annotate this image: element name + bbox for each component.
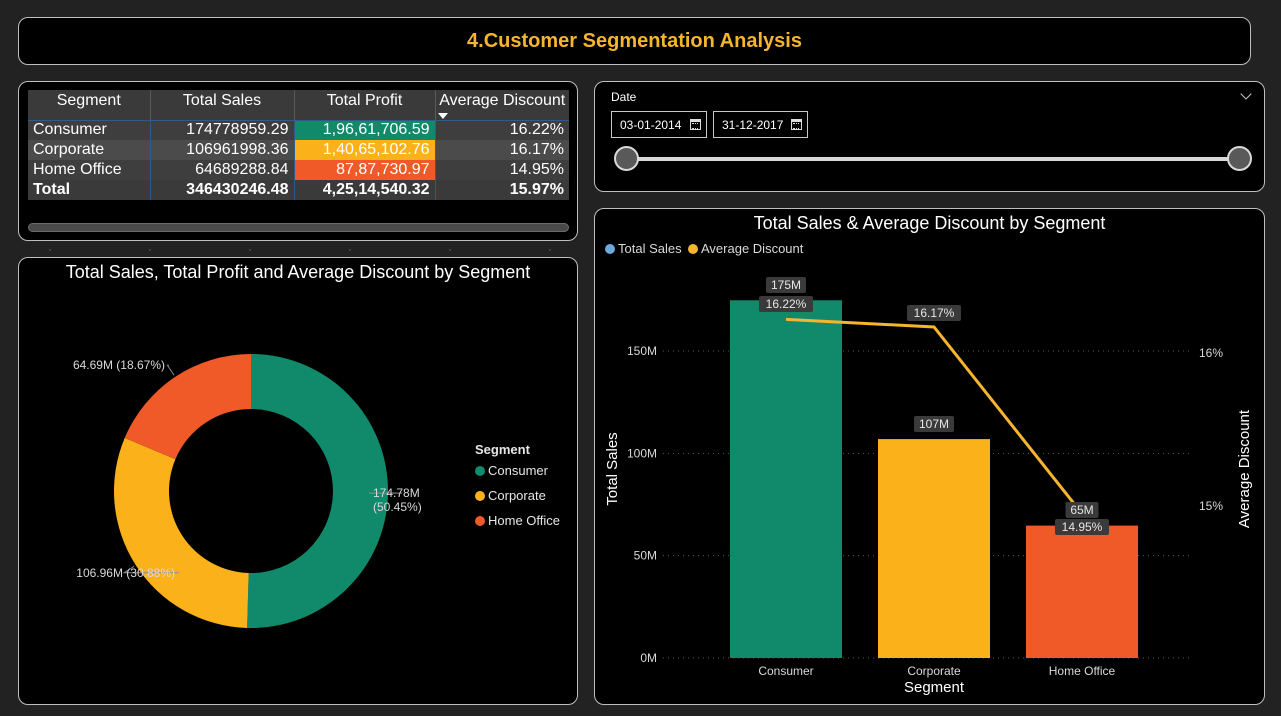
donut-legend-item: Corporate (488, 488, 546, 503)
y2-axis-title: Average Discount (1236, 409, 1253, 528)
line-data-label: 16.22% (766, 297, 807, 311)
cell-profit: 87,87,730.97 (294, 160, 436, 180)
cell-profit: 1,40,65,102.76 (294, 140, 436, 160)
donut-chart-panel: Total Sales, Total Profit and Average Di… (18, 257, 578, 705)
cell-sales: 106961998.36 (150, 140, 295, 160)
date-slicer-label: Date (611, 90, 637, 104)
bar-corporate[interactable] (878, 439, 990, 658)
table-row[interactable]: Corporate 106961998.36 1,40,65,102.76 16… (28, 140, 569, 160)
segment-table-panel: Segment Total Sales Total Profit Average… (18, 81, 578, 241)
col-header-average-discount[interactable]: Average Discount (435, 90, 569, 120)
donut-data-label: 64.69M (18.67%) (73, 358, 165, 372)
y-tick-label: 0M (640, 651, 657, 665)
date-range-end-handle[interactable] (1226, 146, 1252, 171)
cell-total-profit: 4,25,14,540.32 (294, 180, 436, 200)
donut-leader-line (166, 364, 175, 376)
cell-total-label: Total (28, 180, 151, 200)
donut-chart: 174.78M (50.45%) 106.96M (30.88%) 64.69M (1… (73, 354, 560, 628)
bar-data-label: 65M (1070, 503, 1093, 517)
cell-total-discount: 15.97% (435, 180, 569, 200)
donut-slice-consumer[interactable] (247, 354, 388, 628)
y-axis-title: Total Sales (604, 432, 621, 505)
legend-marker (475, 491, 485, 501)
page-title: 4.Customer Segmentation Analysis (467, 29, 802, 52)
line-data-label: 16.17% (914, 306, 955, 320)
y2-tick-label: 16% (1199, 346, 1223, 360)
combo-chart: Total Sales Average Discount 0M 50M 100M 150M… (604, 241, 1253, 696)
bar-consumer[interactable] (730, 300, 842, 658)
date-range-start-handle[interactable] (613, 146, 639, 171)
calendar-icon[interactable] (690, 119, 701, 130)
y-tick-label: 100M (627, 446, 657, 460)
donut-data-label: 106.96M (30.88%) (76, 566, 175, 580)
table-row[interactable]: Consumer 174778959.29 1,96,61,706.59 16.… (28, 119, 569, 140)
date-range-slider-track[interactable] (625, 157, 1239, 161)
chevron-down-icon[interactable] (1240, 88, 1252, 100)
start-date-input[interactable]: 03-01-2014 (611, 111, 707, 138)
y2-tick-label: 15% (1199, 499, 1223, 513)
cell-discount: 16.22% (435, 119, 569, 140)
donut-data-label: 174.78M (50.45%) (373, 486, 422, 514)
cell-discount: 16.17% (435, 140, 569, 160)
start-date-value: 03-01-2014 (620, 117, 682, 132)
x-tick-label: Home Office (1049, 664, 1116, 678)
end-date-input[interactable]: 31-12-2017 (713, 111, 808, 138)
col-header-average-discount-label: Average Discount (439, 92, 566, 109)
legend-marker (475, 466, 485, 476)
calendar-icon[interactable] (791, 119, 802, 130)
y-tick-label: 50M (634, 549, 657, 563)
table-row[interactable]: Home Office 64689288.84 87,87,730.97 14.… (28, 160, 569, 180)
title-panel: 4.Customer Segmentation Analysis (18, 17, 1251, 65)
line-data-label: 14.95% (1062, 520, 1103, 534)
date-slicer-panel: Date 03-01-2014 31-12-2017 (594, 81, 1265, 192)
combo-chart-panel: Total Sales & Average Discount by Segmen… (594, 208, 1265, 705)
col-header-total-sales[interactable]: Total Sales (150, 90, 295, 120)
legend-marker (475, 516, 485, 526)
bar-data-label: 107M (919, 417, 949, 431)
legend-marker (605, 244, 615, 254)
cell-sales: 64689288.84 (150, 160, 295, 180)
col-header-segment[interactable]: Segment (28, 90, 151, 120)
cell-discount: 14.95% (435, 160, 569, 180)
legend-marker (688, 244, 698, 254)
table-total-row: Total 346430246.48 4,25,14,540.32 15.97% (28, 180, 569, 200)
end-date-value: 31-12-2017 (722, 117, 784, 132)
combo-legend-item: Total Sales (618, 241, 682, 256)
cell-segment: Home Office (28, 160, 151, 180)
donut-legend-item: Consumer (488, 463, 549, 478)
cell-sales: 174778959.29 (150, 119, 295, 140)
cell-profit: 1,96,61,706.59 (294, 119, 436, 140)
bar-data-label: 175M (771, 278, 801, 292)
segment-table: Segment Total Sales Total Profit Average… (28, 90, 569, 200)
bar-home-office[interactable] (1026, 525, 1138, 658)
col-header-total-profit[interactable]: Total Profit (294, 90, 436, 120)
donut-slice-corporate[interactable] (113, 437, 249, 628)
horizontal-scrollbar[interactable] (28, 223, 569, 232)
donut-legend-item: Home Office (488, 513, 560, 528)
sort-desc-icon[interactable] (437, 112, 448, 119)
donut-legend-title: Segment (475, 442, 531, 457)
y-tick-label: 150M (627, 344, 657, 358)
cell-segment: Consumer (28, 119, 151, 140)
cell-total-sales: 346430246.48 (150, 180, 295, 200)
x-tick-label: Corporate (907, 664, 961, 678)
combo-legend-item: Average Discount (701, 241, 804, 256)
x-axis-title: Segment (904, 679, 965, 696)
cell-segment: Corporate (28, 140, 151, 160)
x-tick-label: Consumer (758, 664, 813, 678)
